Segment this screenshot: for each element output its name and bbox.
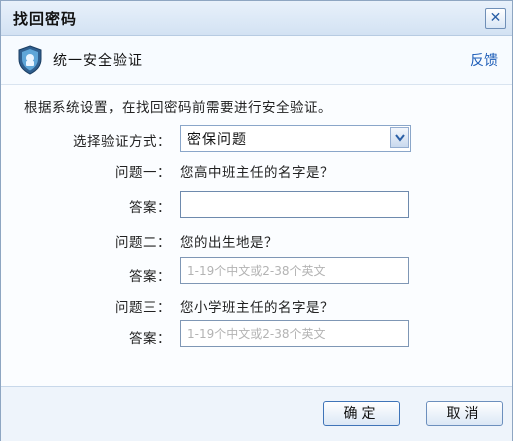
answer-3-label: 答案： [129, 331, 171, 347]
chevron-down-icon[interactable] [390, 127, 409, 148]
cancel-button[interactable]: 取消 [426, 401, 503, 426]
find-password-dialog: 找回密码 ✕ 统一安全验证 反馈 根据系统设置，在找回密码前需要进行安全验证。 … [0, 0, 513, 441]
dialog-footer: 确定 取消 [1, 386, 512, 441]
question-3-label: 问题三： [115, 300, 171, 316]
answer-1-input[interactable] [180, 191, 409, 218]
answer-2-label: 答案： [129, 269, 171, 285]
dialog-title: 找回密码 [13, 10, 78, 28]
answer-1-label: 答案： [129, 200, 171, 216]
method-value: 密保问题 [187, 132, 247, 148]
answer-3-input[interactable] [180, 320, 409, 347]
close-button[interactable]: ✕ [485, 8, 506, 29]
verification-method-select[interactable]: 密保问题 [180, 125, 411, 152]
feedback-link[interactable]: 反馈 [470, 50, 498, 70]
confirm-button[interactable]: 确定 [323, 401, 400, 426]
question-2-text: 您的出生地是？ [180, 235, 278, 251]
close-icon: ✕ [489, 10, 502, 26]
question-3-text: 您小学班主任的名字是？ [180, 300, 334, 316]
security-title: 统一安全验证 [53, 53, 143, 69]
security-header: 统一安全验证 反馈 [1, 36, 512, 85]
question-1-text: 您高中班主任的名字是？ [180, 165, 334, 181]
question-1-label: 问题一： [115, 165, 171, 181]
shield-icon [17, 45, 43, 75]
question-2-label: 问题二： [115, 235, 171, 251]
method-label: 选择验证方式： [73, 134, 171, 150]
answer-2-input[interactable] [180, 257, 409, 284]
title-bar[interactable]: 找回密码 ✕ [1, 1, 512, 36]
intro-text: 根据系统设置，在找回密码前需要进行安全验证。 [24, 100, 332, 116]
